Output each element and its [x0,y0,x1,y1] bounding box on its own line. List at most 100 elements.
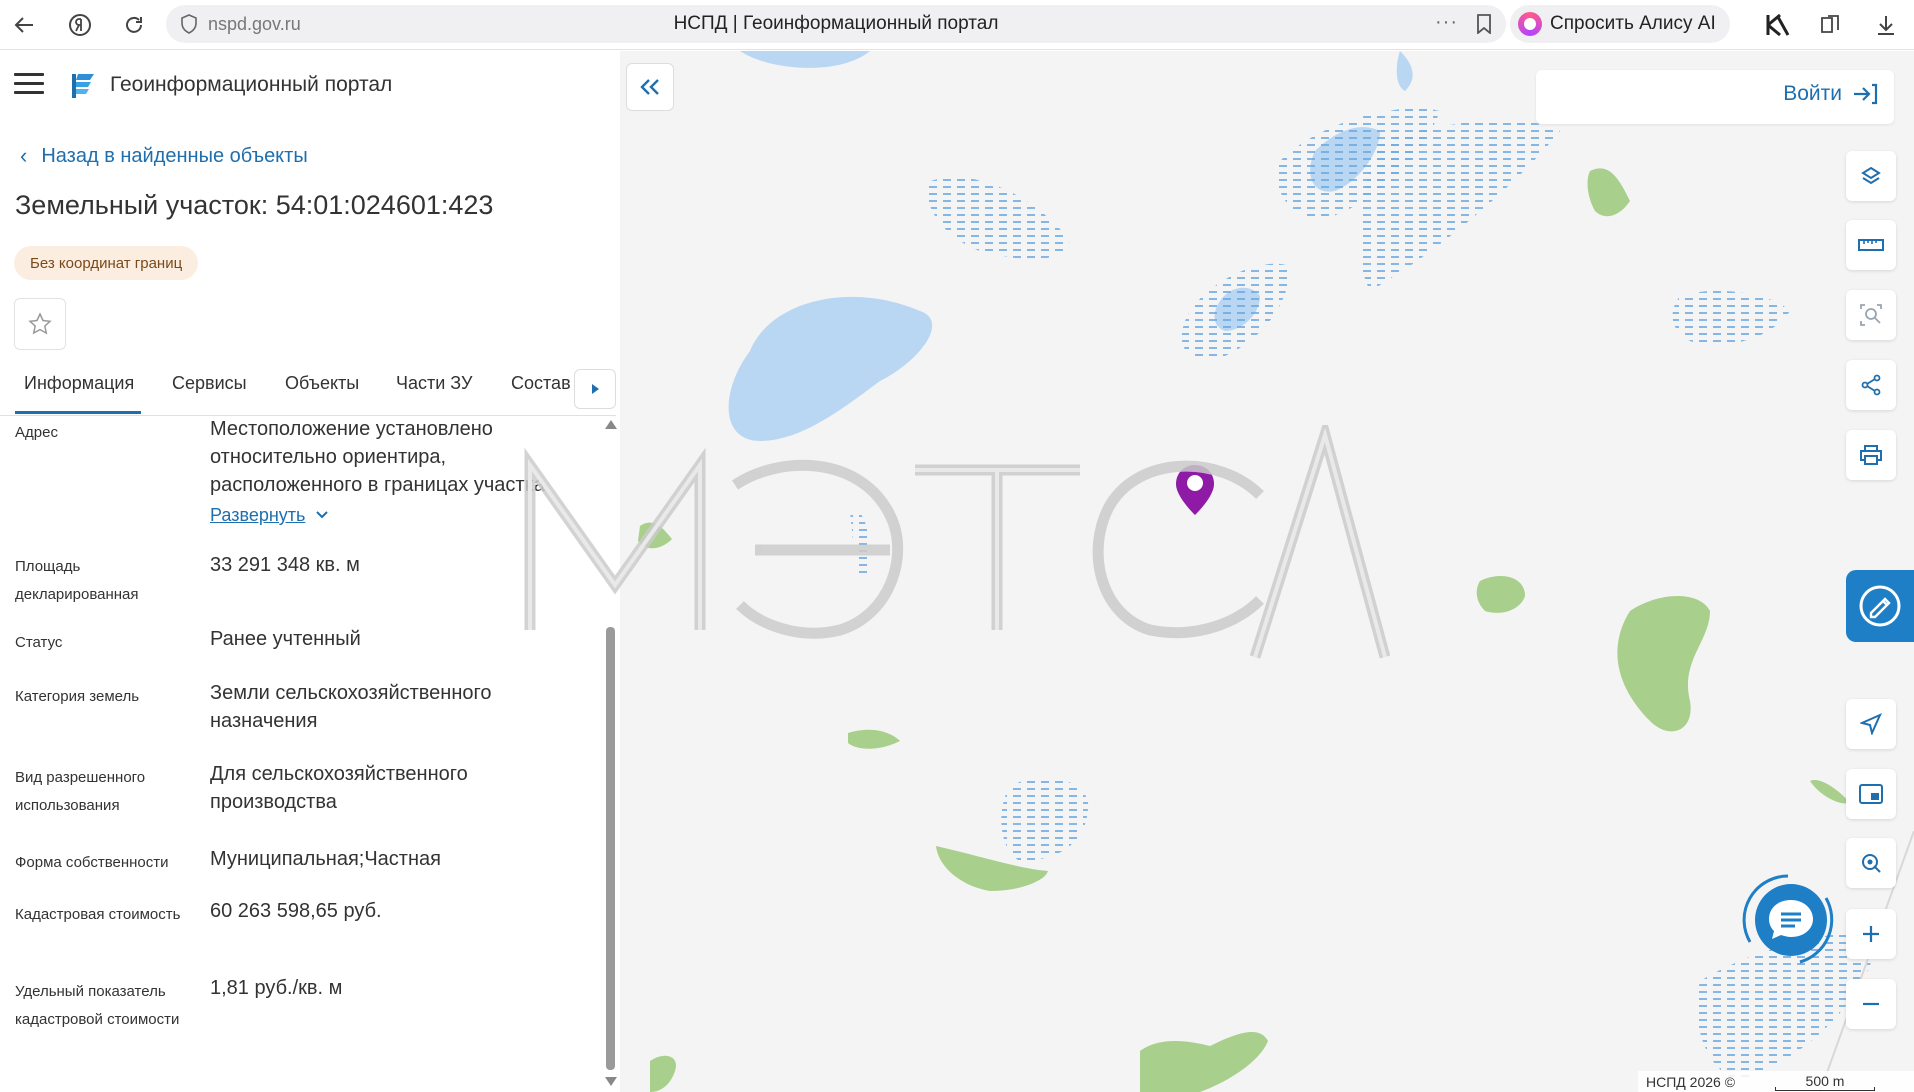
share-icon [1861,374,1881,396]
geolocate-button[interactable] [1846,838,1896,888]
forest [1617,596,1710,732]
more-icon[interactable]: ··· [1435,11,1458,34]
map-canvas[interactable] [620,51,1914,1092]
location-marker-icon[interactable] [1173,463,1217,519]
lake [728,296,933,441]
area-value: 33 291 348 кв. м [210,554,360,576]
scroll-down-arrow[interactable] [605,1077,617,1086]
print-button[interactable] [1846,430,1896,480]
zoom-in-button[interactable] [1846,909,1896,959]
yandex-icon[interactable] [58,3,102,47]
scale-line [1775,1086,1876,1091]
alice-icon [1518,12,1542,36]
scroll-up-arrow[interactable] [605,420,617,429]
forest [1810,780,1850,804]
marsh [850,510,870,578]
expand-link[interactable]: Развернуть [210,501,329,529]
tab-bar: Информация Сервисы Объекты Части ЗУ Сост… [0,361,616,416]
forest [1140,1031,1268,1092]
login-button[interactable]: Войти [1783,82,1878,106]
kaspersky-icon[interactable] [1756,3,1800,47]
forest [1587,168,1630,217]
back-label: Назад в найденные объекты [41,144,308,167]
login-label: Войти [1783,82,1842,105]
navigate-icon [1860,713,1882,735]
plus-icon [1863,926,1879,942]
scrollbar-thumb[interactable] [606,627,615,1070]
back-arrow-icon[interactable] [2,3,46,47]
feedback-tab[interactable] [1846,570,1914,642]
browser-toolbar: nspd.gov.ru НСПД | Геоинформационный пор… [0,0,1914,50]
status-badge: Без координат границ [14,246,199,280]
page-title: НСПД | Геоинформационный портал [673,13,999,34]
double-chevron-left-icon [640,79,659,95]
marsh [927,177,1070,260]
cadastral-cost-value: 60 263 598,65 руб. [210,900,382,922]
status-value: Ранее учтенный [210,628,361,650]
marsh [1359,120,1560,291]
share-button[interactable] [1846,360,1896,410]
alice-button[interactable]: Спросить Алису AI [1510,5,1730,43]
ownership-value: Муниципальная;Частная [210,848,441,870]
info-panel: Геоинформационный портал ‹ Назад в найде… [0,51,620,1092]
category-label: Категория земель [15,688,140,705]
expand-label: Развернуть [210,505,306,525]
alice-label: Спросить Алису AI [1550,13,1716,34]
url-text: nspd.gov.ru [208,13,301,34]
search-area-icon [1860,304,1882,326]
address-label: Адрес [15,424,58,441]
portal-name: Геоинформационный портал [110,73,393,96]
back-to-results-link[interactable]: ‹ Назад в найденные объекты [20,143,308,169]
ownership-label: Форма собственности [15,854,169,871]
permitted-use-value: Для сельскохозяйственного производства [210,763,468,813]
bookmark-icon[interactable] [1476,14,1492,34]
feedback-icon [1859,585,1901,627]
address-value: Местоположение установлено относительно … [210,417,590,529]
chat-button[interactable] [1738,870,1838,970]
chevron-down-icon [316,511,329,519]
minus-icon [1863,1002,1879,1006]
ruler-button[interactable] [1846,220,1896,270]
tab-objects[interactable]: Объекты [285,373,359,414]
parcel-title: Земельный участок: 54:01:024601:423 [15,190,494,220]
tabs-scroll-right-button[interactable] [574,369,616,409]
active-tab-indicator [15,411,141,414]
category-value: Земли сельскохозяйственного назначения [210,682,492,732]
geolocate-icon [1862,854,1881,873]
login-icon [1854,83,1878,105]
forest [650,1055,676,1092]
shield-icon [181,14,197,34]
tab-services[interactable]: Сервисы [172,373,247,414]
collapse-panel-button[interactable] [626,63,674,111]
tab-parcel-parts[interactable]: Части ЗУ [396,373,472,414]
minimap-button[interactable] [1846,769,1896,819]
layers-button[interactable] [1846,151,1896,201]
collections-icon[interactable] [1808,3,1852,47]
area-label: Площадь декларированная [15,558,139,603]
tab-information[interactable]: Информация [24,373,134,414]
lake [1396,51,1413,91]
search-area-button[interactable] [1846,290,1896,340]
download-icon[interactable] [1864,3,1908,47]
layers-icon [1861,166,1881,185]
print-icon [1860,445,1882,465]
navigate-button[interactable] [1846,699,1896,749]
star-icon [28,312,52,335]
tab-composition[interactable]: Состав [511,373,571,414]
reload-icon[interactable] [112,3,156,47]
chevron-right-icon [591,384,599,394]
cadastral-cost-label: Кадастровая стоимость [15,906,181,923]
forest [1476,576,1525,613]
ruler-icon [1858,239,1884,251]
address-text: Местоположение установлено относительно … [210,418,551,496]
forest [848,729,900,749]
menu-icon[interactable] [14,73,44,99]
status-label: Статус [15,634,63,651]
address-bar[interactable]: nspd.gov.ru НСПД | Геоинформационный пор… [166,5,1506,43]
zoom-out-button[interactable] [1846,979,1896,1029]
chevron-left-icon: ‹ [20,143,28,168]
scale-bar: 500 m [1775,1073,1876,1091]
lake [740,51,870,68]
attribution-text: НСПД 2026 © [1646,1073,1736,1090]
favorite-button[interactable] [14,298,66,350]
